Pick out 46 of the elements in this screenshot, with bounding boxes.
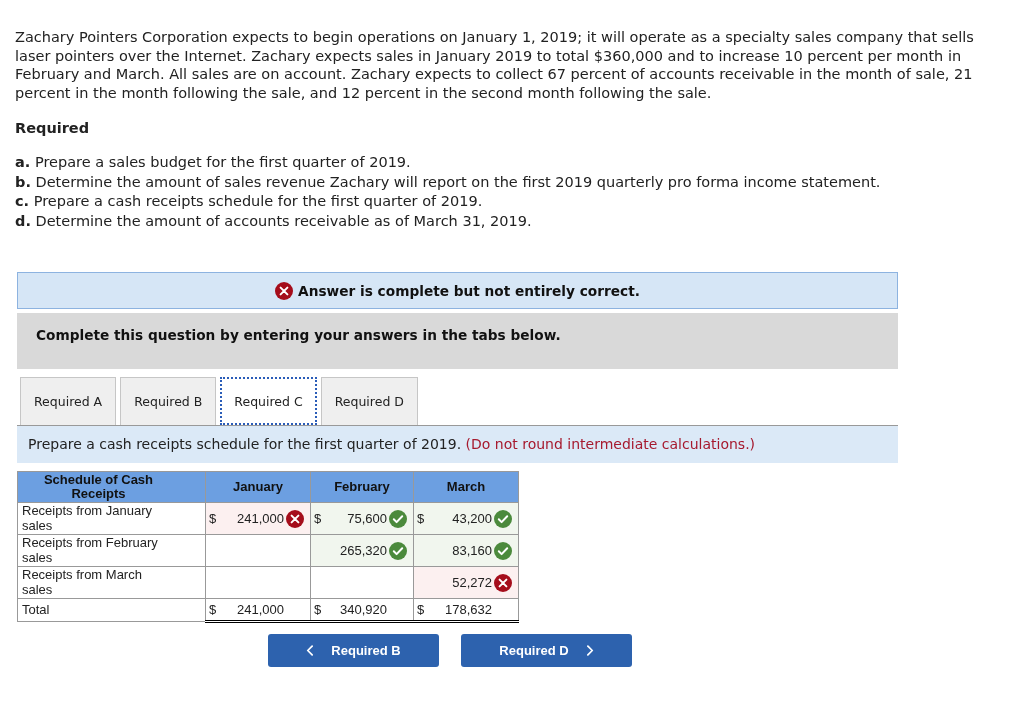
column-header: February bbox=[310, 471, 414, 503]
row-label: Total bbox=[17, 598, 206, 622]
amount-text: 241,000 bbox=[237, 511, 284, 526]
prompt-text: Prepare a cash receipts schedule for the first quarter of 2019. (Do not round intermediate calculations.) bbox=[17, 426, 898, 463]
amount-text: 75,600 bbox=[347, 511, 387, 526]
column-header: January bbox=[205, 471, 311, 503]
total-amount: 340,920 bbox=[340, 602, 387, 617]
answer-field[interactable]: 265,320 bbox=[310, 534, 414, 567]
requirement-item: b. Determine the amount of sales revenue Zachary will report on the first 2019 quarterly pro forma income statement. bbox=[15, 172, 881, 192]
problem-text: Zachary Pointers Corporation expects to begin operations on January 1, 2019; it will operate as a specialty sales company that sells laser pointers over the Internet. Zachary expects sales in January 2019 to total $360,000 and to increase 10 percent per month in February and March. All sales are on account. Zachary expects to collect 67 percent of accounts receivable in the month of sale, 21 percent in the month following the sale, and 12 percent in the second month following the sale. bbox=[15, 28, 975, 102]
answer-field[interactable]: $ 75,600 bbox=[310, 502, 414, 535]
column-header: Schedule of Cash Receipts bbox=[17, 471, 206, 503]
total-amount: 241,000 bbox=[237, 602, 284, 617]
currency-sign: $ bbox=[417, 602, 425, 617]
amount-text: 83,160 bbox=[452, 543, 492, 558]
amount-text: 52,272 bbox=[452, 575, 492, 590]
answer-field[interactable]: $ 43,200 bbox=[413, 502, 519, 535]
column-header: March bbox=[413, 471, 519, 503]
row-label: Receipts from February sales bbox=[17, 534, 206, 567]
answer-field[interactable]: $ 241,000 bbox=[205, 502, 311, 535]
requirement-item: c. Prepare a cash receipts schedule for the first quarter of 2019. bbox=[15, 192, 483, 211]
row-label: Receipts from January sales bbox=[17, 502, 206, 535]
tab[interactable]: Required D bbox=[320, 377, 418, 425]
currency-sign: $ bbox=[417, 511, 425, 526]
amount-text: 265,320 bbox=[340, 543, 387, 558]
chevron-left-icon bbox=[306, 645, 314, 656]
banner-text: Answer is complete but not entirely correct. bbox=[298, 282, 640, 299]
requirement-item: d. Determine the amount of accounts receivable as of March 31, 2019. bbox=[15, 211, 532, 231]
answer-field[interactable]: 52,272 bbox=[413, 566, 519, 599]
currency-sign: $ bbox=[209, 602, 217, 617]
chevron-right-icon bbox=[586, 645, 594, 656]
row-label: Receipts from March sales bbox=[17, 566, 206, 599]
answer-field[interactable]: 83,160 bbox=[413, 534, 519, 567]
total-amount: 178,632 bbox=[445, 602, 492, 617]
currency-sign: $ bbox=[209, 511, 217, 526]
required-heading: Required bbox=[15, 119, 90, 137]
amount-text: 43,200 bbox=[452, 511, 492, 526]
tab[interactable]: Required A bbox=[20, 377, 117, 425]
previous-button[interactable]: Required B bbox=[268, 634, 439, 667]
instructions-banner: Complete this question by entering your answers in the tabs below. bbox=[17, 313, 898, 369]
currency-sign: $ bbox=[314, 511, 322, 526]
tab[interactable]: Required B bbox=[120, 377, 217, 425]
tab[interactable]: Required C bbox=[220, 377, 317, 425]
next-button[interactable]: Required D bbox=[461, 634, 632, 667]
requirement-item: a. Prepare a sales budget for the first quarter of 2019. bbox=[15, 153, 411, 172]
currency-sign: $ bbox=[314, 602, 322, 617]
